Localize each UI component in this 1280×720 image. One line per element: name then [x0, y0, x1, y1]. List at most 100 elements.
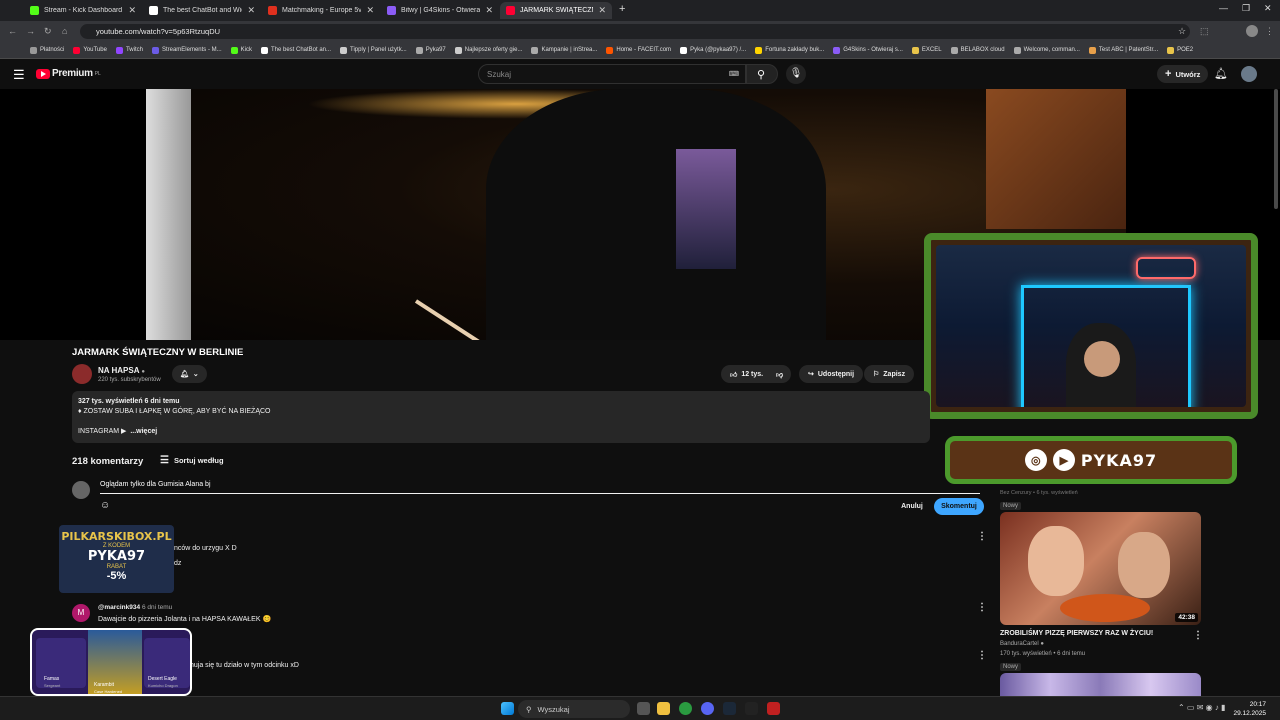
- keyboard-icon[interactable]: ⌨: [729, 70, 739, 78]
- comment-more-icon[interactable]: ⋮: [977, 602, 987, 613]
- new-tab-button[interactable]: +: [619, 3, 625, 15]
- comment-author[interactable]: @marcink934 6 dni temu: [98, 604, 172, 611]
- bookmark-item[interactable]: BELABOX cloud: [950, 46, 1005, 54]
- home-icon[interactable]: ⌂: [62, 26, 67, 36]
- bookmark-item[interactable]: Najlepsze oferty gie...: [454, 46, 522, 54]
- forward-icon[interactable]: →: [26, 26, 35, 36]
- recommendation-more-icon[interactable]: ⋮: [1193, 630, 1203, 641]
- emoji-icon[interactable]: ☺: [100, 500, 110, 511]
- back-icon[interactable]: ←: [8, 26, 17, 36]
- youtube-logo[interactable]: Premium PL: [36, 68, 101, 79]
- recommended-video-thumbnail[interactable]: 42:38: [1000, 512, 1201, 625]
- bell-icon: 🔔︎: [180, 371, 189, 378]
- share-button[interactable]: ↪ Udostępnij: [799, 365, 864, 383]
- save-button[interactable]: ⚐ Zapisz: [864, 365, 915, 383]
- obs-icon[interactable]: [745, 702, 758, 715]
- pilkarskibox-promo: PILKARSKIBOX.PL Z KODEM PYKA97 RABAT -5%: [59, 525, 174, 593]
- comment-text: huja się tu działo w tym odcinku xD: [190, 662, 299, 669]
- subscribed-bell-button[interactable]: 🔔︎ ⌄: [172, 365, 207, 383]
- thumbs-up-icon: 👍︎: [730, 371, 738, 379]
- recommended-channel[interactable]: BanduraCartel ●: [1000, 641, 1044, 647]
- windows-start-icon[interactable]: [501, 702, 514, 715]
- bookmark-item[interactable]: Tipply | Panel użytk...: [340, 46, 407, 54]
- channel-avatar[interactable]: [72, 364, 92, 384]
- show-more-link[interactable]: ...więcej: [130, 428, 157, 435]
- kick-icon: [30, 6, 39, 15]
- bookmark-item[interactable]: Fortuna zakłady buk...: [755, 46, 824, 54]
- bookmark-item[interactable]: POE2: [1167, 46, 1193, 54]
- submit-comment-button[interactable]: Skomentuj: [934, 498, 984, 515]
- bookmark-item[interactable]: The best ChatBot an...: [260, 46, 331, 54]
- video-person-left: [146, 89, 191, 340]
- bookmark-item[interactable]: EXCEL: [911, 46, 942, 54]
- bookmark-item[interactable]: Welcome, comman...: [1013, 46, 1080, 54]
- bookmark-item[interactable]: Test ABC | PatentStr...: [1088, 46, 1158, 54]
- comment-more-icon[interactable]: ⋮: [977, 531, 987, 542]
- bookmark-item[interactable]: Kick: [230, 46, 252, 54]
- voice-search-button[interactable]: 🎙: [786, 64, 806, 84]
- video-title: JARMARK ŚWIĄTECZNY W BERLINIE: [72, 347, 244, 358]
- bookmark-item[interactable]: G4Skins - Otwieraj s...: [833, 46, 903, 54]
- comment-more-icon[interactable]: ⋮: [977, 650, 987, 661]
- tab-kick-dashboard[interactable]: Stream - Kick Dashboard ✕: [24, 2, 142, 19]
- search-button[interactable]: ⚲: [746, 64, 778, 84]
- task-view-icon[interactable]: [637, 702, 650, 715]
- tab-g4skins[interactable]: Bitwy | G4Skins - Otwieraj skrz ✕: [381, 2, 499, 19]
- page-scrollbar[interactable]: [1274, 89, 1278, 209]
- close-icon[interactable]: ✕: [598, 5, 606, 16]
- comment-text: Dawajcie do pizzeria Jolanta i na HAPSA …: [98, 616, 272, 623]
- close-icon[interactable]: ✕: [366, 5, 374, 16]
- bookmark-favicon-icon: [230, 46, 238, 54]
- reload-icon[interactable]: ↻: [44, 26, 52, 37]
- antivirus-icon[interactable]: [767, 702, 780, 715]
- taskbar-search[interactable]: ⚲ Wyszukaj: [518, 700, 630, 718]
- browser-menu-icon[interactable]: ⋮: [1265, 26, 1274, 37]
- comment-input[interactable]: Oglądam tylko dla Gumisia Alana bj: [100, 481, 980, 494]
- extensions-icon[interactable]: ⬚: [1200, 26, 1209, 37]
- bookmark-item[interactable]: Kampanie | inStrea...: [531, 46, 597, 54]
- channel-name[interactable]: NA HAPSA ●: [98, 366, 145, 375]
- tab-youtube-video[interactable]: JARMARK ŚWIĄTECZNY W BERL ✕: [500, 2, 612, 19]
- recommended-video-thumbnail-2[interactable]: [1000, 673, 1201, 696]
- cancel-button[interactable]: Anuluj: [896, 498, 928, 515]
- chrome-icon[interactable]: [679, 702, 692, 715]
- bookmark-item[interactable]: Pyka (@pykaa97) /...: [680, 46, 746, 54]
- discord-icon[interactable]: [701, 702, 714, 715]
- search-input[interactable]: Szukaj ⌨: [478, 64, 746, 84]
- notifications-bell-icon[interactable]: 🔔︎: [1214, 67, 1228, 80]
- bookmark-star-icon[interactable]: ☆: [1178, 26, 1186, 37]
- steam-icon[interactable]: [723, 702, 736, 715]
- url-field[interactable]: youtube.com/watch?v=5p63RtzuqDU: [80, 24, 1190, 39]
- close-icon[interactable]: ✕: [485, 5, 493, 16]
- file-explorer-icon[interactable]: [657, 702, 670, 715]
- bookmark-item[interactable]: Home - FACEIT.com: [606, 46, 671, 54]
- like-button[interactable]: 👍︎ 12 tys.: [721, 365, 773, 383]
- instagram-link[interactable]: INSTAGRAM ▶: [78, 428, 126, 435]
- bookmark-item[interactable]: StreamElements - M...: [151, 46, 222, 54]
- taskbar-clock[interactable]: 20:17 29.12.2025: [1233, 700, 1266, 718]
- sort-button[interactable]: ☰ Sortuj według: [160, 455, 224, 466]
- bookmark-favicon-icon: [911, 46, 919, 54]
- bookmark-item[interactable]: YouTube: [73, 46, 107, 54]
- bookmark-item[interactable]: Pyka97: [415, 46, 446, 54]
- create-button[interactable]: + Utwórz: [1157, 65, 1209, 83]
- commenter-avatar[interactable]: M: [72, 604, 90, 622]
- dislike-button[interactable]: 👎︎: [768, 365, 792, 383]
- tab-chatbot[interactable]: The best ChatBot and Widgets ✕: [143, 2, 261, 19]
- minimize-button[interactable]: —: [1219, 3, 1228, 13]
- profile-avatar[interactable]: [1246, 25, 1258, 37]
- video-person-center: [486, 89, 826, 340]
- system-tray-icons[interactable]: ⌃ ▭ ✉ ◉ ♪ ▮: [1178, 703, 1225, 712]
- recommended-video-title[interactable]: ZROBILIŚMY PIZZĘ PIERWSZY RAZ W ŻYCIU!: [1000, 630, 1190, 637]
- account-avatar[interactable]: [1241, 66, 1257, 82]
- window-close-button[interactable]: ✕: [1264, 3, 1272, 14]
- close-icon[interactable]: ✕: [247, 5, 255, 16]
- menu-icon[interactable]: ☰: [13, 67, 25, 83]
- tab-faceit-matchmaking[interactable]: Matchmaking - Europe 5v5 Qu ✕: [262, 2, 380, 19]
- maximize-button[interactable]: ❐: [1242, 3, 1250, 14]
- close-icon[interactable]: ✕: [128, 5, 136, 16]
- bookmark-favicon-icon: [30, 46, 37, 54]
- video-description[interactable]: 327 tys. wyświetleń 6 dni temu ♦ ZOSTAW …: [72, 391, 930, 443]
- bookmark-item[interactable]: Twitch: [115, 46, 143, 54]
- bookmark-item[interactable]: Płatności: [30, 46, 64, 54]
